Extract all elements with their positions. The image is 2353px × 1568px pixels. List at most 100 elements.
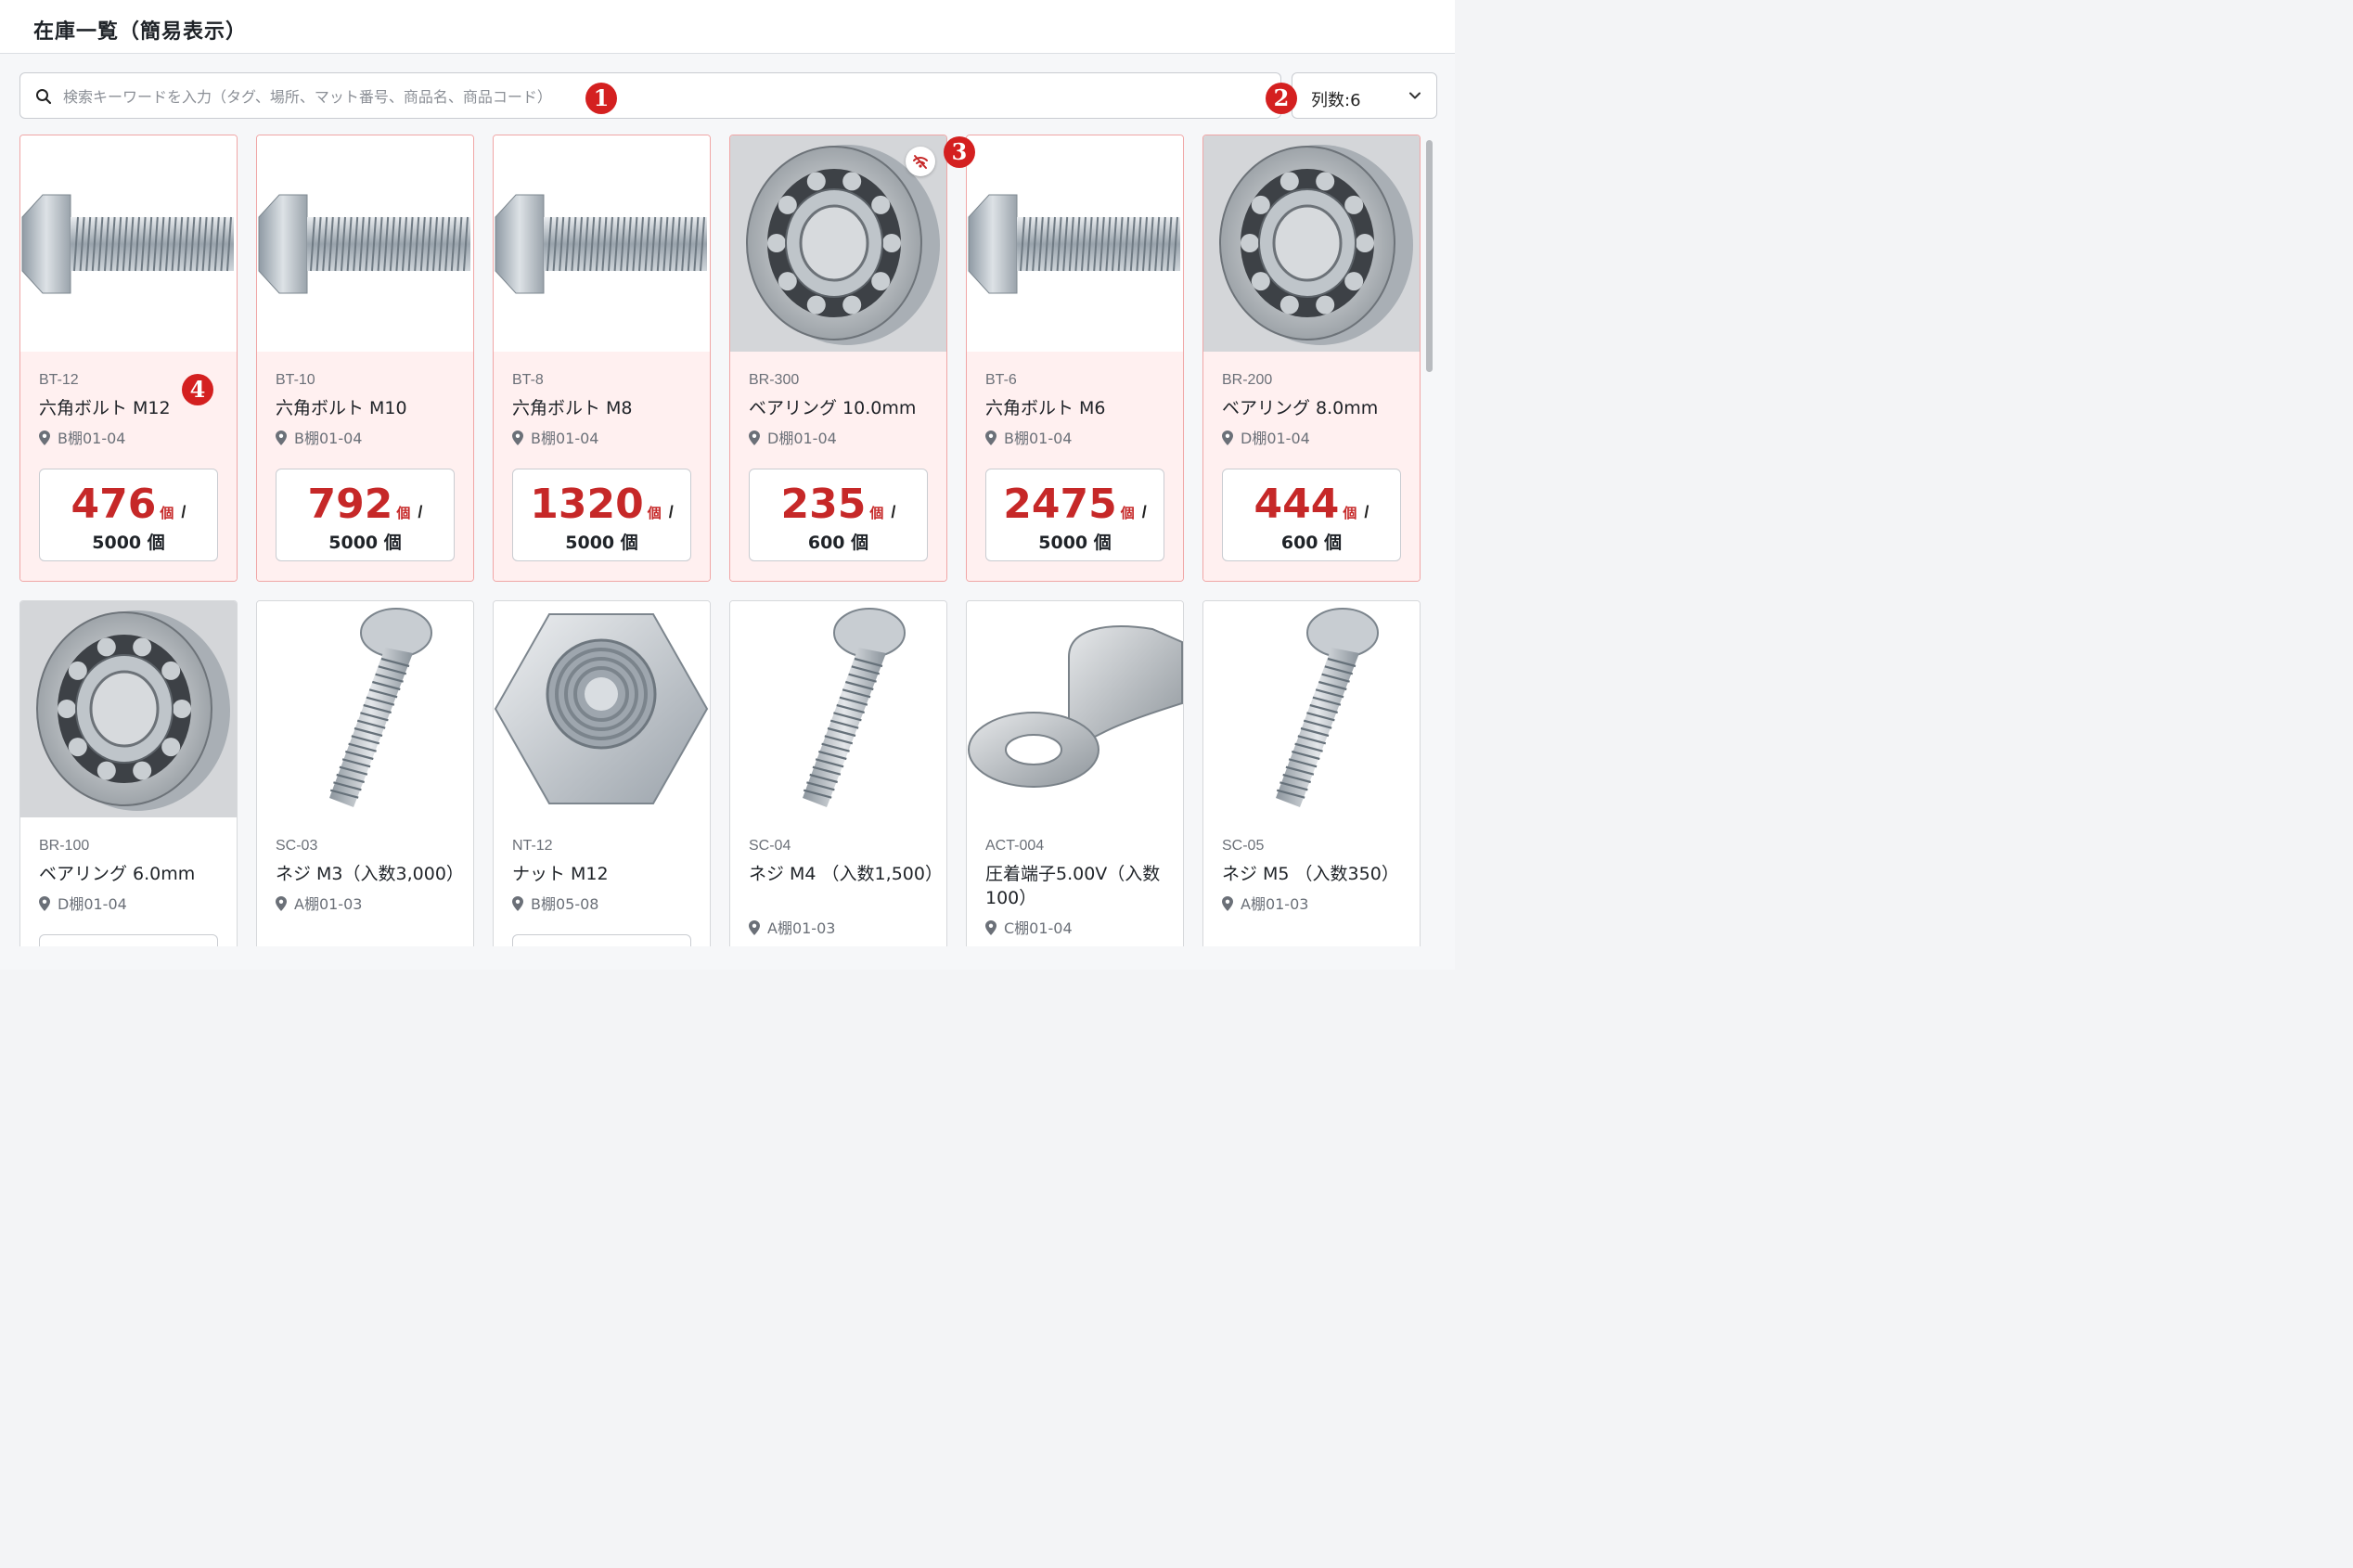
card-body: SC-03 ネジ M3（入数3,000） A棚01-03 [257, 817, 473, 946]
item-code: BT-8 [512, 372, 544, 388]
item-location-text: D棚01-04 [58, 895, 127, 913]
item-location: D棚01-04 [1222, 426, 1310, 448]
card-body: SC-04 ネジ M4 （入数1,500） A棚01-03 [730, 817, 946, 946]
item-code: BR-200 [1222, 372, 1273, 388]
stock-separator: / [181, 503, 186, 521]
page-title: 在庫一覧（簡易表示） [33, 20, 248, 44]
location-pin-icon [512, 431, 523, 445]
item-name: ベアリング 10.0mm [749, 398, 917, 418]
location-pin-icon [985, 431, 996, 445]
item-location: B棚05-08 [512, 892, 598, 914]
inventory-window: 在庫一覧（簡易表示） 列数:6 1 2 3 4 BT-12六角ボルト M12B棚… [0, 0, 1455, 970]
item-location-text: B棚01-04 [1004, 430, 1073, 447]
item-location-text: B棚05-08 [531, 895, 599, 913]
item-location: A棚01-03 [1222, 892, 1308, 914]
stock-unit: 個 [1343, 505, 1357, 521]
stock-separator: / [1364, 503, 1369, 521]
stock-separator: / [668, 503, 674, 521]
item-name: ベアリング 8.0mm [1222, 398, 1379, 418]
inventory-card[interactable]: ACT-004 圧着端子5.00V（入数100） C棚01-04 [966, 600, 1184, 946]
item-code: SC-05 [1222, 838, 1265, 854]
item-location: D棚01-04 [749, 426, 837, 448]
location-pin-icon [1222, 431, 1233, 445]
item-location-text: B棚01-04 [294, 430, 363, 447]
wifi-off-icon[interactable] [906, 147, 935, 176]
item-location-text: C棚01-04 [1004, 919, 1073, 937]
inventory-card[interactable]: BR-300 ベアリング 10.0mm D棚01-04 235 個 / 600 個 [729, 135, 947, 582]
stock-separator: / [418, 503, 423, 521]
bearing-image [1203, 135, 1420, 352]
card-body: BR-300 ベアリング 10.0mm D棚01-04 235 個 / 600 個 [730, 352, 946, 581]
item-name: ナット M12 [512, 864, 609, 884]
stock-box: 476 個 / 5000 個 [39, 469, 218, 561]
location-pin-icon [276, 896, 287, 911]
stock-quantity: 235 [780, 481, 867, 528]
item-location: B棚01-04 [276, 426, 362, 448]
stock-max: 5000 個 [328, 533, 402, 553]
stock-unit: 個 [869, 505, 884, 521]
annotation-badge-1: 1 [585, 83, 617, 114]
item-location-text: B棚01-04 [531, 430, 599, 447]
item-code: NT-12 [512, 838, 553, 854]
stock-unit: 個 [160, 505, 174, 521]
location-pin-icon [749, 920, 760, 935]
stock-max: 5000 個 [92, 533, 165, 553]
inventory-card[interactable]: BT-12 六角ボルト M12 B棚01-04 476 個/5000 個 [19, 135, 238, 582]
inventory-grid: BT-12 六角ボルト M12 B棚01-04 476 個/5000 個 BT-10 六角ボ… [19, 135, 1422, 946]
card-body: BT-10 六角ボルト M10 B棚01-04 792 個 / 5000 個 [257, 352, 473, 581]
item-location-text: A棚01-03 [1241, 895, 1309, 913]
item-code: SC-03 [276, 838, 318, 854]
inventory-card[interactable]: NT-12 ナット M12 B棚05-08 [493, 600, 711, 946]
stock-quantity: 476 [71, 481, 157, 528]
item-code: SC-04 [749, 838, 791, 854]
item-code: BT-6 [985, 372, 1017, 388]
item-location-text: A棚01-03 [767, 919, 836, 937]
inventory-card[interactable]: BR-200 ベアリング 8.0mm D棚01-04 444 個 / 600 個 [1202, 135, 1421, 582]
item-location-text: A棚01-03 [294, 895, 363, 913]
stock-quantity: 792 [307, 481, 393, 528]
column-count-label: 列数:6 [1311, 91, 1361, 110]
column-count-select[interactable]: 列数:6 [1292, 72, 1437, 119]
stock-max: 600 個 [807, 533, 869, 553]
card-body: SC-05 ネジ M5 （入数350） A棚01-03 [1203, 817, 1420, 946]
stock-box: 235 個 / 600 個 [749, 469, 928, 561]
stock-box [512, 934, 691, 946]
stock-max: 5000 個 [1038, 533, 1112, 553]
stock-box: 792 個 / 5000 個 [276, 469, 455, 561]
item-location: A棚01-03 [749, 916, 835, 938]
item-location: B棚01-04 [985, 426, 1072, 448]
stock-unit: 個 [1120, 505, 1135, 521]
stock-box: 2475 個 / 5000 個 [985, 469, 1164, 561]
location-pin-icon [985, 920, 996, 935]
scrollbar-thumb[interactable] [1426, 140, 1433, 372]
search-box[interactable] [19, 72, 1281, 119]
card-body: ACT-004 圧着端子5.00V（入数100） C棚01-04 [967, 817, 1183, 946]
stock-quantity: 444 [1254, 481, 1340, 528]
location-pin-icon [512, 896, 523, 911]
inventory-card[interactable]: BT-6 六角ボルト M6 B棚01-04 2475 個 / 5000 個 [966, 135, 1184, 582]
item-name: ネジ M5 （入数350） [1222, 864, 1399, 884]
inventory-card[interactable]: SC-05 ネジ M5 （入数350） A棚01-03 [1202, 600, 1421, 946]
inventory-card[interactable]: SC-04 ネジ M4 （入数1,500） A棚01-03 [729, 600, 947, 946]
search-input[interactable] [63, 83, 1260, 110]
item-code: BR-300 [749, 372, 800, 388]
item-name: ベアリング 6.0mm [39, 864, 196, 884]
card-body: BT-6 六角ボルト M6 B棚01-04 2475 個 / 5000 個 [967, 352, 1183, 581]
search-icon [36, 89, 52, 105]
scrollbar[interactable] [1424, 135, 1437, 946]
inventory-card[interactable]: BT-10 六角ボルト M10 B棚01-04 792 個 / 5000 個 [256, 135, 474, 582]
terminal-image [967, 601, 1183, 817]
item-code: BR-100 [39, 838, 90, 854]
location-pin-icon [276, 431, 287, 445]
stock-box: 1320 個 / 5000 個 [512, 469, 691, 561]
bolt-image [20, 135, 237, 352]
stock-box: 444 個 / 600 個 [1222, 469, 1401, 561]
location-pin-icon [749, 431, 760, 445]
card-body: BR-100 ベアリング 6.0mm D棚01-04 [20, 817, 237, 946]
inventory-card[interactable]: BR-100 ベアリング 6.0mm D棚01-04 [19, 600, 238, 946]
bolt-image [494, 135, 710, 352]
inventory-card[interactable]: SC-03 ネジ M3（入数3,000） A棚01-03 [256, 600, 474, 946]
location-pin-icon [1222, 896, 1233, 911]
inventory-card[interactable]: BT-8 六角ボルト M8 B棚01-04 1320 個 / 5000 個 [493, 135, 711, 582]
item-name: 六角ボルト M8 [512, 398, 633, 418]
